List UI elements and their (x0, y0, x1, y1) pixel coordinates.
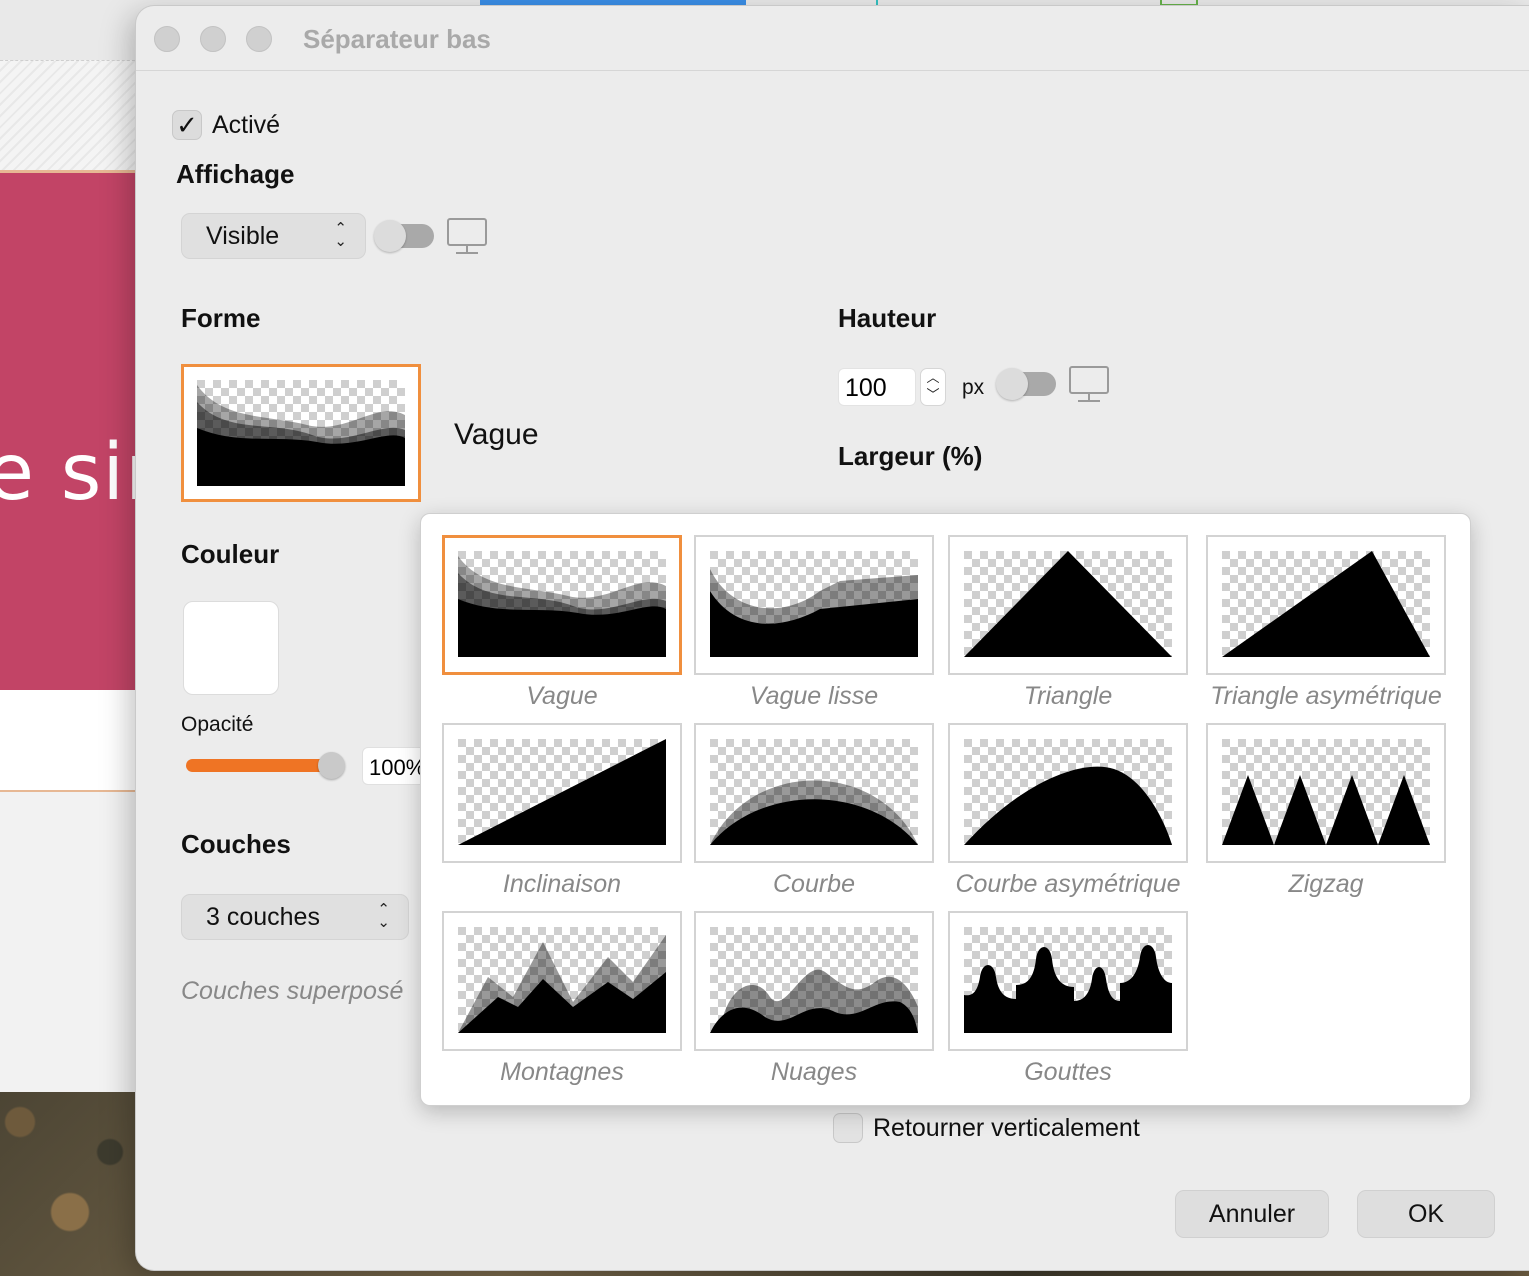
height-input[interactable]: 100 (838, 368, 916, 406)
height-heading: Hauteur (838, 303, 937, 333)
stepper-up-icon[interactable]: ︿ (926, 370, 939, 385)
asymmetric-curve-shape-icon (964, 739, 1172, 845)
layers-heading: Couches (181, 829, 291, 859)
shape-option-nuages[interactable]: Nuages (694, 911, 934, 1091)
wave-shape-icon (458, 551, 666, 657)
ok-button[interactable]: OK (1357, 1190, 1495, 1238)
background-white-section (0, 690, 140, 792)
shape-option-inclinaison[interactable]: Inclinaison (442, 723, 682, 903)
drops-shape-icon (964, 927, 1172, 1033)
shape-option-triangle-asymetrique[interactable]: Triangle asymétrique (1206, 535, 1446, 715)
shape-option-thumbnail (948, 911, 1188, 1051)
flip-vertical-label: Retourner verticalement (873, 1114, 1140, 1142)
shape-option-thumbnail (442, 535, 682, 675)
shape-option-thumbnail (1206, 535, 1446, 675)
shape-option-gouttes[interactable]: Gouttes (948, 911, 1188, 1091)
color-well[interactable] (183, 601, 279, 695)
shape-option-label: Gouttes (1024, 1058, 1112, 1086)
minimize-window-button[interactable] (200, 26, 226, 52)
shape-heading: Forme (181, 303, 261, 333)
shape-option-label: Vague (526, 682, 598, 710)
desktop-monitor-icon[interactable] (446, 216, 488, 258)
width-heading: Largeur (%) (838, 441, 983, 471)
shape-option-label: Inclinaison (502, 870, 622, 898)
color-heading: Couleur (181, 539, 280, 569)
wave-shape-thumbnail (197, 380, 405, 486)
shape-option-vague-lisse[interactable]: Vague lisse (694, 535, 934, 715)
shape-option-vague[interactable]: Vague (442, 535, 682, 715)
shape-option-thumbnail (694, 535, 934, 675)
background-hatched-area (0, 60, 140, 171)
height-stepper[interactable]: ︿ ﹀ (920, 368, 946, 406)
shape-option-thumbnail (694, 723, 934, 863)
shape-option-thumbnail (948, 535, 1188, 675)
window-title: Séparateur bas (303, 24, 491, 54)
display-heading: Affichage (176, 159, 295, 189)
shape-option-thumbnail (442, 911, 682, 1051)
checkmark-icon: ✓ (176, 110, 198, 140)
asymmetric-triangle-shape-icon (1222, 551, 1430, 657)
desktop-monitor-icon[interactable] (1068, 364, 1110, 406)
close-window-button[interactable] (154, 26, 180, 52)
shape-option-label: Montagnes (500, 1058, 624, 1086)
background-lower-section (0, 792, 140, 1092)
clouds-shape-icon (710, 927, 918, 1033)
layers-select-value: 3 couches (206, 902, 320, 931)
up-down-chevron-icon: ⌃ ⌄ (334, 220, 347, 250)
display-responsive-toggle[interactable] (374, 220, 434, 252)
shape-option-label: Courbe asymétrique (955, 870, 1181, 898)
selected-shape-name: Vague (454, 418, 539, 451)
zoom-window-button[interactable] (246, 26, 272, 52)
height-unit-label: px (962, 376, 985, 399)
shape-option-montagnes[interactable]: Montagnes (442, 911, 682, 1091)
opacity-slider-knob[interactable] (318, 752, 345, 779)
layers-hint: Couches superposé (181, 977, 404, 1005)
visibility-select-value: Visible (206, 221, 280, 250)
mountains-shape-icon (458, 927, 666, 1033)
shape-option-triangle[interactable]: Triangle (948, 535, 1188, 715)
visibility-select[interactable]: Visible ⌃ ⌄ (181, 213, 366, 259)
shape-option-thumbnail (1206, 723, 1446, 863)
shape-option-label: Nuages (770, 1058, 858, 1086)
layers-select[interactable]: 3 couches ⌃ ⌄ (181, 894, 409, 940)
enabled-label: Activé (212, 111, 281, 139)
shape-option-courbe[interactable]: Courbe (694, 723, 934, 903)
shape-option-courbe-asymetrique[interactable]: Courbe asymétrique (948, 723, 1188, 903)
shape-option-label: Vague lisse (749, 682, 879, 710)
background-banner: e sin (0, 170, 175, 713)
cancel-button[interactable]: Annuler (1175, 1190, 1329, 1238)
shape-picker-popover: Vague Vague lisse Triangle Triangle asym… (420, 513, 1471, 1106)
up-down-chevron-icon: ⌃ ⌄ (377, 901, 390, 931)
smooth-wave-shape-icon (710, 551, 918, 657)
triangle-shape-icon (964, 551, 1172, 657)
enabled-checkbox[interactable]: ✓ (172, 110, 202, 140)
stepper-down-icon[interactable]: ﹀ (926, 387, 939, 402)
shape-option-label: Triangle asymétrique (1210, 682, 1442, 710)
opacity-label: Opacité (181, 713, 254, 736)
shape-option-label: Zigzag (1288, 870, 1364, 898)
flip-vertical-checkbox[interactable] (833, 1113, 863, 1143)
shape-option-zigzag[interactable]: Zigzag (1206, 723, 1446, 903)
shape-preview-button[interactable] (181, 364, 421, 502)
curve-shape-icon (710, 739, 918, 845)
shape-option-label: Courbe (773, 870, 855, 898)
shape-option-thumbnail (442, 723, 682, 863)
height-responsive-toggle[interactable] (996, 368, 1056, 400)
title-bar: Séparateur bas (136, 6, 1529, 71)
shape-option-thumbnail (694, 911, 934, 1051)
opacity-slider-track[interactable] (186, 759, 332, 772)
slope-shape-icon (458, 739, 666, 845)
shape-option-label: Triangle (1023, 682, 1113, 710)
shape-option-thumbnail (948, 723, 1188, 863)
zigzag-shape-icon (1222, 739, 1430, 845)
